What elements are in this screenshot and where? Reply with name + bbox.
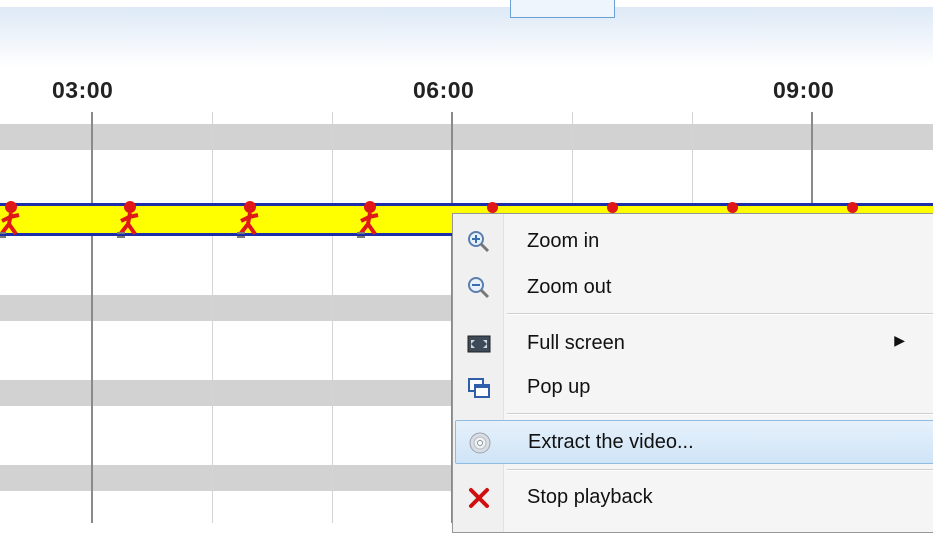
menu-item-label: Extract the video... <box>528 431 694 453</box>
motion-marker-dot[interactable] <box>607 202 618 213</box>
motion-marker-icon[interactable] <box>355 200 385 240</box>
motion-marker-dot[interactable] <box>727 202 738 213</box>
motion-marker-dot[interactable] <box>487 202 498 213</box>
close-icon <box>467 486 491 510</box>
context-menu: Zoom in Zoom out Full screen ▶ Pop up Ex… <box>452 213 933 533</box>
grid-line-major <box>91 112 93 523</box>
header-tab[interactable] <box>510 0 615 18</box>
tick-label-0600: 06:00 <box>413 77 475 103</box>
menu-item-pop-up[interactable]: Pop up <box>455 366 933 410</box>
menu-item-extract-video[interactable]: Extract the video... <box>455 420 933 464</box>
pop-up-icon <box>467 376 491 400</box>
motion-marker-dot[interactable] <box>847 202 858 213</box>
zoom-in-icon <box>467 230 491 254</box>
motion-marker-icon[interactable] <box>235 200 265 240</box>
grid-line-minor <box>332 112 333 523</box>
submenu-arrow-icon: ▶ <box>894 332 905 348</box>
tick-label-0900: 09:00 <box>773 77 835 103</box>
menu-separator <box>507 413 933 415</box>
menu-separator <box>507 469 933 471</box>
zoom-out-icon <box>467 276 491 300</box>
grid-line-minor <box>212 112 213 523</box>
menu-item-label: Stop playback <box>527 486 653 508</box>
track-band <box>0 124 933 150</box>
motion-marker-icon[interactable] <box>115 200 145 240</box>
menu-separator <box>507 313 933 315</box>
full-screen-icon <box>467 332 491 356</box>
menu-item-label: Zoom in <box>527 230 600 252</box>
menu-item-zoom-out[interactable]: Zoom out <box>455 266 933 310</box>
menu-item-label: Zoom out <box>527 276 612 298</box>
tick-label-0300: 03:00 <box>52 77 114 103</box>
menu-item-label: Full screen <box>527 332 625 354</box>
menu-item-full-screen[interactable]: Full screen ▶ <box>455 322 933 366</box>
menu-item-zoom-in[interactable]: Zoom in <box>455 220 933 264</box>
disc-icon <box>468 431 492 455</box>
motion-marker-icon[interactable] <box>0 200 26 240</box>
menu-item-label: Pop up <box>527 376 591 398</box>
menu-item-stop-playback[interactable]: Stop playback <box>455 476 933 520</box>
